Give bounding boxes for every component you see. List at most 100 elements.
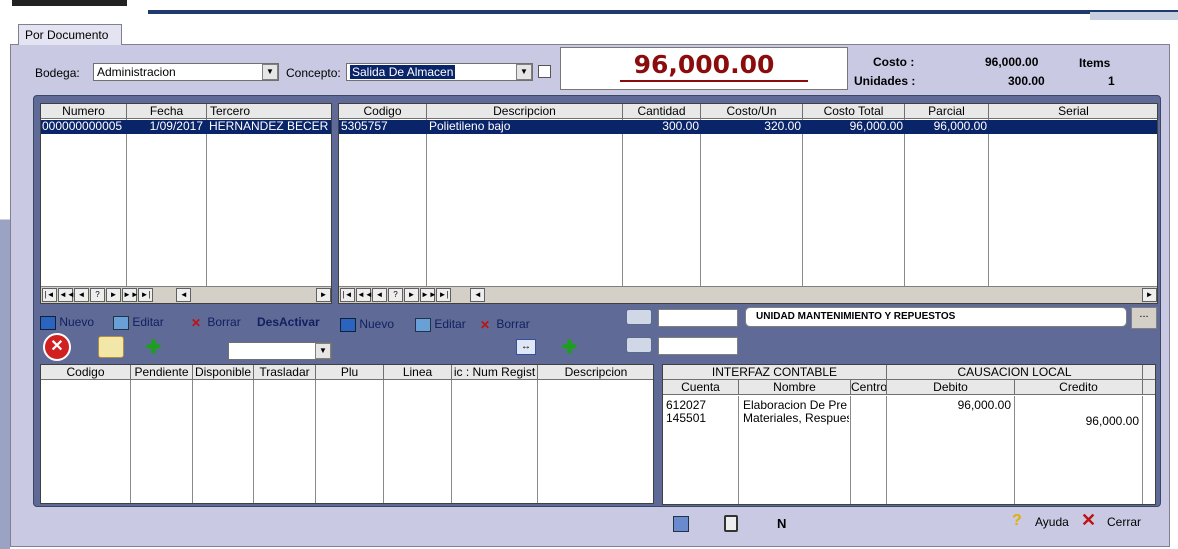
cell-parcial: 96,000.00	[933, 120, 987, 133]
envelope-icon[interactable]	[98, 336, 124, 358]
printer-icon[interactable]	[626, 309, 652, 325]
col-linea[interactable]: Linea	[384, 365, 452, 380]
desactivar-button[interactable]: DesActivar	[257, 315, 320, 329]
new-document-button[interactable]: Nuevo	[40, 315, 94, 330]
n-button[interactable]: N	[777, 516, 786, 531]
col-costo-un[interactable]: Costo/Un	[701, 104, 803, 119]
items-grid[interactable]: Codigo Descripcion Cantidad Costo/Un Cos…	[338, 103, 1158, 304]
bodega-select[interactable]: Administracion ▼	[93, 63, 279, 81]
unidad-field[interactable]: UNIDAD MANTENIMIENTO Y REPUESTOS	[745, 307, 1127, 327]
cell-nombre: Elaboracion De Pre	[743, 399, 848, 412]
col-cantidad[interactable]: Cantidad	[623, 104, 701, 119]
nav-next-page-button[interactable]: ►►	[122, 288, 139, 302]
bodega-label: Bodega:	[35, 66, 80, 80]
print-field-2[interactable]	[658, 337, 738, 355]
col-costo-total[interactable]: Costo Total	[803, 104, 905, 119]
edit-item-button[interactable]: Editar	[415, 317, 466, 332]
nav-last-button[interactable]: ►|	[138, 288, 153, 302]
filter-select[interactable]: ▼	[228, 342, 332, 360]
scroll-left-button[interactable]: ◄	[470, 288, 486, 302]
col-debito[interactable]: Debito	[887, 380, 1015, 395]
nav-prev-page-button[interactable]: ◄◄	[356, 288, 373, 302]
cancel-icon[interactable]: ✕	[43, 333, 71, 361]
cell-cuenta: 612027	[666, 399, 707, 412]
col-centro[interactable]: Centro	[851, 380, 887, 395]
grid-line	[451, 380, 452, 503]
delete-item-button[interactable]: ✕ Borrar	[477, 317, 530, 332]
delete-x-icon: ✕	[190, 315, 202, 330]
col-disponible[interactable]: Disponible	[193, 365, 254, 380]
col-fecha[interactable]: Fecha	[127, 104, 207, 119]
col-tercero[interactable]: Tercero	[207, 104, 331, 119]
col-plu[interactable]: Plu	[316, 365, 384, 380]
new-label: Nuevo	[59, 315, 95, 329]
nav-help-button[interactable]: ?	[388, 288, 403, 302]
delete-document-button[interactable]: ✕ Borrar	[188, 315, 241, 330]
refresh-icon[interactable]: ↔	[516, 339, 536, 355]
group-filler	[1143, 365, 1155, 380]
scroll-right-button[interactable]: ►	[316, 288, 331, 302]
chevron-down-icon[interactable]: ▼	[315, 343, 331, 359]
delete-label: Borrar	[207, 315, 241, 329]
col-codigo[interactable]: Codigo	[339, 104, 427, 119]
nav-first-button[interactable]: |◄	[340, 288, 355, 302]
add-plus-icon[interactable]: ✚	[146, 337, 161, 358]
documents-navigator: |◄ ◄◄ ◄? ► ►► ►| ◄ ►	[41, 286, 331, 303]
col-pendiente[interactable]: Pendiente	[131, 365, 193, 380]
cell-costo-total: 96,000.00	[849, 120, 903, 133]
lower-grid[interactable]: Codigo Pendiente Disponible Trasladar Pl…	[40, 364, 654, 504]
items-value: 1	[1108, 74, 1115, 88]
edit-note-icon[interactable]	[673, 516, 689, 532]
edit-document-button[interactable]: Editar	[113, 315, 164, 330]
costo-value: 96,000.00	[985, 55, 1039, 69]
delete-label: Borrar	[496, 317, 530, 331]
edit-label: Editar	[132, 315, 164, 329]
col-descripcion[interactable]: Descripcion	[538, 365, 653, 380]
col-parcial[interactable]: Parcial	[905, 104, 989, 119]
grid-line	[537, 380, 538, 503]
col-serial[interactable]: Serial	[989, 104, 1157, 119]
documents-grid[interactable]: Numero Fecha Tercero 000000000005 1/09/2…	[40, 103, 332, 304]
nav-help-button[interactable]: ?	[90, 288, 105, 302]
nav-next-button[interactable]: ►	[106, 288, 121, 302]
col-descripcion[interactable]: Descripcion	[427, 104, 623, 119]
concepto-select[interactable]: Salida De Almacen ▼	[346, 63, 533, 81]
add-plus-icon[interactable]: ✚	[562, 337, 577, 358]
document-icon[interactable]	[724, 515, 738, 532]
scroll-left-button[interactable]: ◄	[176, 288, 192, 302]
col-cuenta[interactable]: Cuenta	[663, 380, 739, 395]
print-field-1[interactable]	[658, 309, 738, 327]
new-label: Nuevo	[359, 317, 395, 331]
nav-next-page-button[interactable]: ►►	[420, 288, 437, 302]
edit-icon	[415, 317, 431, 332]
ayuda-button[interactable]: Ayuda	[1035, 515, 1069, 529]
col-trasladar[interactable]: Trasladar	[254, 365, 316, 380]
window-left-edge	[0, 0, 10, 549]
cell-cantidad: 300.00	[662, 120, 699, 133]
bodega-value: Administracion	[97, 65, 176, 79]
col-nombre[interactable]: Nombre	[739, 380, 851, 395]
chevron-down-icon[interactable]: ▼	[262, 64, 278, 80]
nav-prev-page-button[interactable]: ◄◄	[58, 288, 75, 302]
scroll-right-button[interactable]: ►	[1142, 288, 1157, 302]
nav-prev-button[interactable]: ◄	[74, 288, 89, 302]
chevron-down-icon[interactable]: ▼	[516, 64, 532, 80]
new-item-button[interactable]: Nuevo	[340, 317, 394, 332]
printer-icon[interactable]	[626, 337, 652, 353]
tab-por-documento[interactable]: Por Documento	[18, 24, 122, 45]
total-value: 96,000.00	[633, 50, 775, 79]
nav-last-button[interactable]: ►|	[436, 288, 451, 302]
cell-numero: 000000000005	[42, 120, 123, 133]
col-num-registro[interactable]: ic : Num Regist	[452, 365, 538, 380]
col-codigo[interactable]: Codigo	[41, 365, 131, 380]
grid-line	[130, 380, 131, 503]
col-numero[interactable]: Numero	[41, 104, 127, 119]
nav-first-button[interactable]: |◄	[42, 288, 57, 302]
col-credito[interactable]: Credito	[1015, 380, 1143, 395]
concepto-checkbox[interactable]	[538, 65, 551, 78]
ellipsis-button[interactable]: ...	[1131, 307, 1157, 329]
interfaz-grid[interactable]: INTERFAZ CONTABLE CAUSACION LOCAL Cuenta…	[662, 364, 1156, 505]
nav-next-button[interactable]: ►	[404, 288, 419, 302]
nav-prev-button[interactable]: ◄	[372, 288, 387, 302]
cerrar-button[interactable]: Cerrar	[1107, 515, 1141, 529]
